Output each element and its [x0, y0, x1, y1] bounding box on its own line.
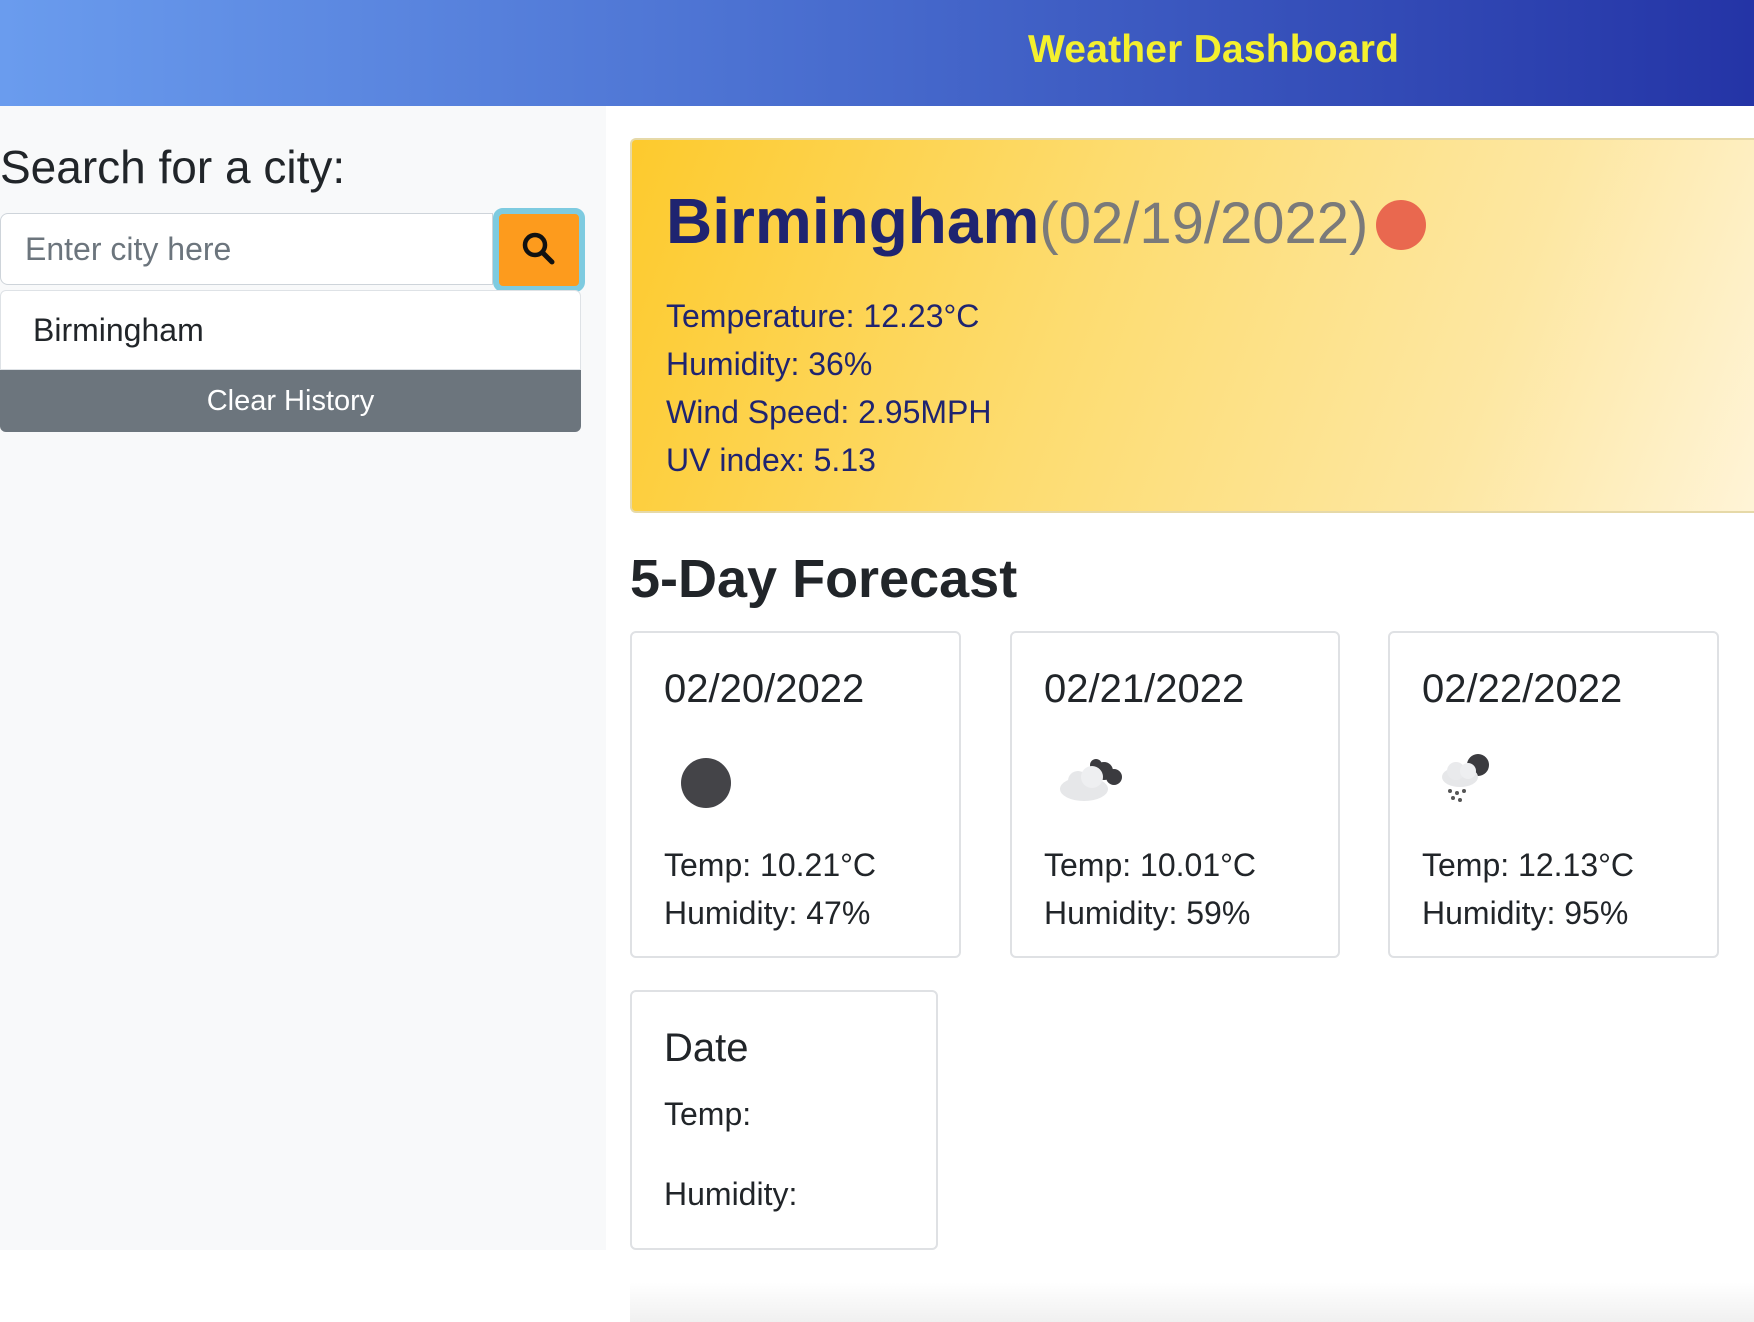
search-icon	[521, 231, 557, 270]
app-title: Weather Dashboard	[1028, 28, 1400, 71]
sun-icon	[1376, 200, 1426, 250]
forecast-heading: 5-Day Forecast	[630, 549, 1018, 609]
current-city-name: Birmingham	[666, 185, 1040, 257]
forecast-temp: Temp:	[664, 1096, 752, 1132]
forecast-details: Temp: 10.21°C Humidity: 47%	[664, 841, 876, 937]
clear-history-button[interactable]: Clear History	[0, 370, 581, 432]
current-date: (02/19/2022)	[1039, 191, 1369, 256]
current-weather-card: Birmingham(02/19/2022) Temperature: 12.2…	[630, 138, 1754, 513]
forecast-card: 02/22/2022 Temp: 12.13°C Humidity: 95%	[1388, 631, 1719, 958]
current-weather-stats: Temperature: 12.23°C Humidity: 36% Wind …	[666, 292, 992, 484]
rain-night-icon	[1430, 743, 1510, 823]
forecast-card-placeholder: Date Temp: Humidity:	[630, 990, 938, 1250]
app-header: Weather Dashboard	[0, 0, 1754, 106]
forecast-humidity: Humidity: 95%	[1422, 895, 1629, 931]
search-history-list: Birmingham Clear History	[0, 290, 581, 432]
forecast-date: 02/21/2022	[1044, 667, 1245, 711]
forecast-details: Temp: 10.01°C Humidity: 59%	[1044, 841, 1256, 937]
forecast-humidity: Humidity:	[664, 1176, 798, 1212]
current-wind-speed: Wind Speed: 2.95MPH	[666, 394, 992, 430]
cloudy-night-icon	[1052, 743, 1132, 823]
forecast-humidity: Humidity: 47%	[664, 895, 871, 931]
bottom-shadow	[630, 1282, 1754, 1322]
forecast-temp: Temp: 12.13°C	[1422, 847, 1635, 883]
forecast-humidity: Humidity: 59%	[1044, 895, 1251, 931]
forecast-temp: Temp: 10.21°C	[664, 847, 877, 883]
current-temperature: Temperature: 12.23°C	[666, 298, 980, 334]
forecast-date: 02/22/2022	[1422, 667, 1623, 711]
forecast-details: Temp: 12.13°C Humidity: 95%	[1422, 841, 1634, 937]
current-uv-index: UV index: 5.13	[666, 442, 876, 478]
forecast-temp: Temp: 10.01°C	[1044, 847, 1257, 883]
current-weather-title: Birmingham(02/19/2022)	[666, 184, 1368, 258]
search-button[interactable]	[493, 208, 585, 292]
forecast-card: 02/20/2022 Temp: 10.21°C Humidity: 47%	[630, 631, 961, 958]
moon-icon	[672, 743, 752, 823]
forecast-date: 02/20/2022	[664, 667, 865, 711]
search-heading: Search for a city:	[0, 141, 346, 193]
forecast-card: 02/21/2022 Temp: 10.01°C Humidity: 59%	[1010, 631, 1340, 958]
city-search-input[interactable]	[0, 213, 493, 285]
current-humidity: Humidity: 36%	[666, 346, 873, 382]
history-item-birmingham[interactable]: Birmingham	[0, 290, 581, 370]
forecast-date: Date	[664, 1026, 749, 1070]
